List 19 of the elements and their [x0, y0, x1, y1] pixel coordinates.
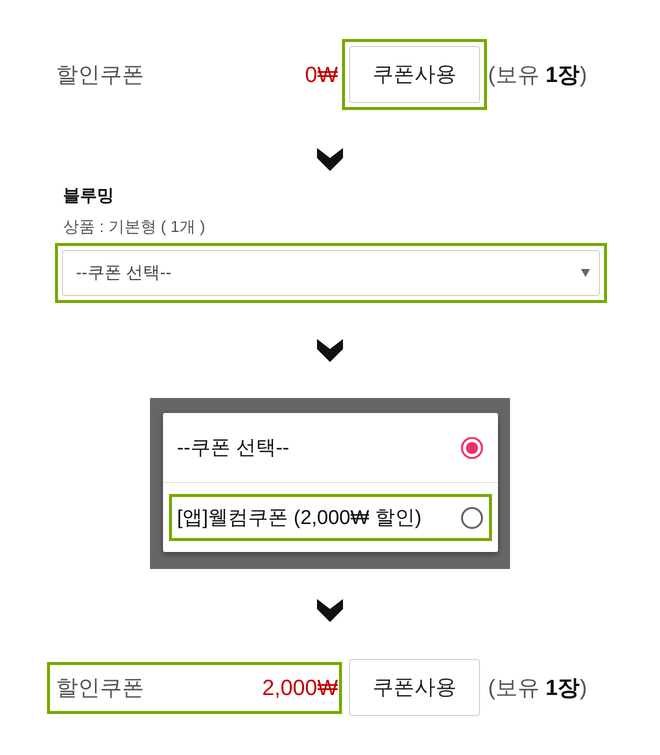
caret-icon	[581, 269, 590, 277]
use-coupon-button[interactable]: 쿠폰사용	[349, 46, 480, 103]
option-label[interactable]: [앱]웰컴쿠폰 (2,000₩ 할인)	[177, 504, 422, 530]
radio-button[interactable]	[461, 436, 483, 458]
discount-amount: 0₩	[305, 60, 338, 88]
product-option-text: 상품 : 기본형 ( 1개 )	[63, 218, 206, 238]
chevron-down-icon	[317, 339, 343, 362]
chevron-down-icon	[317, 148, 343, 171]
discount-amount: 2,000₩	[262, 674, 338, 702]
coupon-label: 할인쿠폰	[56, 674, 144, 702]
use-coupon-button[interactable]: 쿠폰사용	[349, 659, 480, 716]
coupon-label: 할인쿠폰	[56, 60, 144, 88]
chevron-down-icon	[317, 599, 343, 622]
option-label[interactable]: --쿠폰 선택--	[177, 434, 290, 460]
product-name: 블루밍	[63, 185, 115, 207]
owned-count-text: (보유 1장)	[488, 60, 588, 88]
radio-button[interactable]	[461, 506, 483, 528]
coupon-select[interactable]: --쿠폰 선택--	[62, 250, 600, 296]
owned-count-text: (보유 1장)	[488, 674, 588, 702]
